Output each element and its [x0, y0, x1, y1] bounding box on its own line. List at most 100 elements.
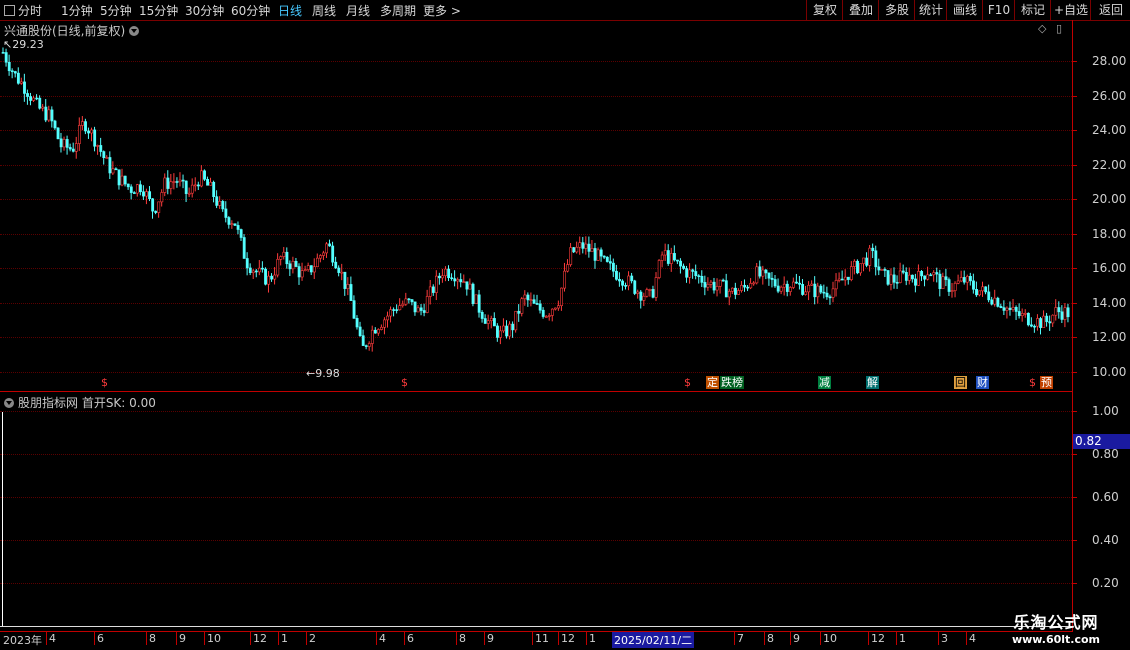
timeframe-tab-30min[interactable]: 30分钟 [185, 2, 224, 19]
candle-body [148, 191, 152, 200]
event-s-3[interactable]: $ [683, 376, 692, 389]
candle-body [541, 309, 545, 317]
event-yu[interactable]: 预 [1040, 376, 1053, 389]
candle-body [944, 276, 948, 280]
timeframe-tab-more[interactable]: 更多 > [423, 2, 461, 19]
candlestick-chart[interactable] [0, 20, 1072, 380]
low-price-label: ←9.98 [306, 367, 340, 380]
indicator-gridline [0, 583, 1072, 584]
candle-body [1008, 307, 1012, 310]
candle-body [4, 52, 8, 63]
adjust-button[interactable]: 复权 [806, 0, 843, 20]
candle-body [730, 287, 734, 292]
candle-body [380, 326, 383, 330]
candle-body [843, 276, 847, 281]
candle-body [563, 270, 567, 289]
timeframe-tab-5min[interactable]: 5分钟 [100, 2, 132, 19]
event-jian[interactable]: 减 [818, 376, 831, 389]
event-cai[interactable]: 财 [976, 376, 989, 389]
date-tick-label: 4 [46, 632, 56, 645]
candle-body [639, 291, 643, 301]
stats-button[interactable]: 统计 [914, 0, 947, 20]
candle-body [801, 283, 805, 295]
candle-body [422, 310, 426, 313]
candle-body [196, 184, 200, 187]
candle-body [1063, 307, 1067, 320]
candle-body [502, 325, 505, 332]
candle-body [258, 267, 261, 273]
candle-body [157, 201, 161, 213]
date-tick-label: 11 [532, 632, 549, 645]
indicator-axis-label: 0.40 [1092, 533, 1119, 547]
candle-body [84, 121, 87, 132]
candle-body [441, 275, 444, 279]
candle-body [309, 265, 313, 273]
event-diebang[interactable]: 跌榜 [720, 376, 744, 389]
candle-body [825, 292, 829, 298]
timeframe-tab-multi[interactable]: 多周期 [380, 2, 416, 19]
event-ding[interactable]: 定 [706, 376, 719, 389]
candle-body [593, 248, 597, 261]
candle-body [831, 288, 835, 298]
date-tick-label: 12 [558, 632, 575, 645]
candle-body [29, 96, 33, 101]
candle-body [901, 270, 905, 273]
candle-body [975, 288, 978, 296]
pane-divider[interactable] [0, 391, 1072, 392]
candle-body [334, 261, 338, 269]
date-tick-label: 9 [790, 632, 800, 645]
event-s-2[interactable]: $ [400, 376, 409, 389]
candle-body [554, 307, 557, 310]
candle-body [355, 318, 359, 328]
candle-body [71, 148, 75, 152]
dropdown-icon[interactable] [4, 398, 14, 408]
candle-body [993, 297, 997, 305]
candle-body [752, 282, 756, 285]
candle-body [483, 318, 487, 324]
indicator-title[interactable]: 股朋指标网 首开SK: 0.00 [4, 394, 156, 411]
candle-body [465, 281, 469, 290]
candle-body [93, 129, 97, 147]
event-s-4[interactable]: $ [1028, 376, 1037, 389]
candle-body [862, 257, 866, 264]
candle-body [1005, 307, 1009, 311]
candle-body [209, 181, 213, 186]
candle-body [871, 247, 875, 252]
timeframe-tab-weekly[interactable]: 周线 [312, 2, 336, 19]
event-jie[interactable]: 解 [866, 376, 879, 389]
add-watchlist-button[interactable]: +自选 [1050, 0, 1091, 20]
mark-button[interactable]: 标记 [1014, 0, 1051, 20]
candle-body [105, 157, 109, 159]
candle-body [87, 130, 90, 134]
candle-body [404, 298, 408, 305]
candle-body [145, 191, 148, 197]
multi-stock-button[interactable]: 多股 [878, 0, 915, 20]
timeframe-tab-fenshi[interactable]: 分时 [4, 2, 42, 19]
date-first: 2023年 [3, 634, 42, 647]
candle-body [486, 320, 490, 324]
date-tick-label: 3 [938, 632, 948, 645]
event-s-1[interactable]: $ [100, 376, 109, 389]
event-hui[interactable]: 回 [954, 376, 967, 389]
candle-body [926, 274, 930, 280]
candle-body [828, 296, 832, 299]
candle-body [62, 139, 66, 148]
candle-body [1, 52, 5, 54]
overlay-button[interactable]: 叠加 [842, 0, 879, 20]
candle-body [117, 169, 121, 186]
candle-body [453, 278, 457, 282]
candle-body [1014, 307, 1018, 312]
candle-body [56, 127, 60, 140]
timeframe-tab-monthly[interactable]: 月线 [346, 2, 370, 19]
timeframe-tab-daily[interactable]: 日线 [278, 2, 302, 19]
candle-body [962, 277, 966, 283]
back-button[interactable]: 返回 [1090, 0, 1130, 20]
f10-button[interactable]: F10 [982, 0, 1015, 20]
candle-body [349, 284, 353, 301]
timeframe-tab-15min[interactable]: 15分钟 [139, 2, 178, 19]
candle-body [505, 325, 509, 337]
timeframe-tab-60min[interactable]: 60分钟 [231, 2, 270, 19]
candle-body [1066, 307, 1070, 318]
draw-line-button[interactable]: 画线 [946, 0, 983, 20]
timeframe-tab-1min[interactable]: 1分钟 [61, 2, 93, 19]
